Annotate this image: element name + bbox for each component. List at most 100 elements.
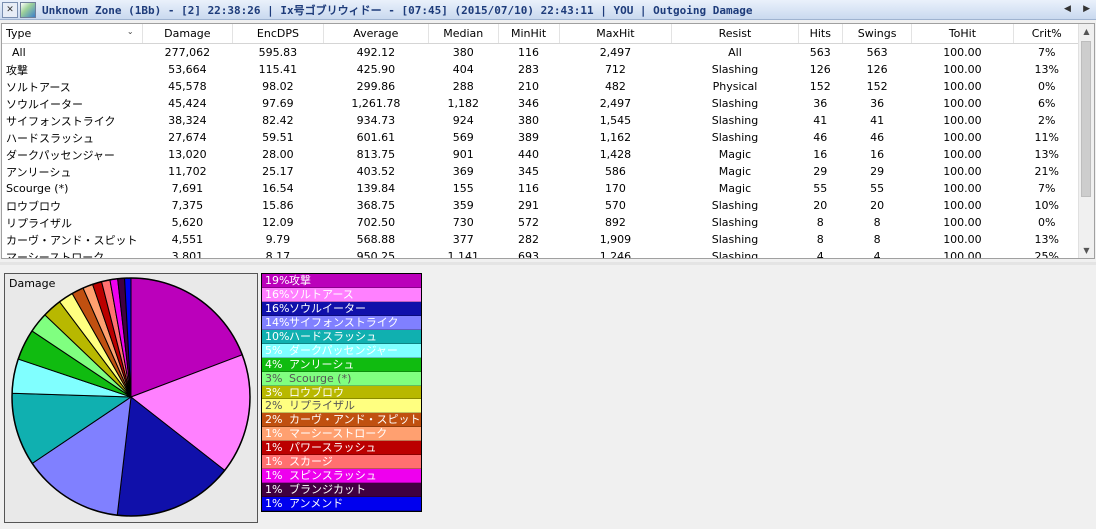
table-cell: 55 bbox=[870, 182, 885, 195]
column-header-type[interactable]: Type ⌄ bbox=[2, 24, 143, 44]
legend-percent: 5% bbox=[265, 343, 283, 357]
table-cell: 1,428 bbox=[599, 148, 632, 161]
panel-splitter[interactable] bbox=[0, 262, 1096, 265]
table-cell: 1,141 bbox=[447, 250, 480, 259]
table-cell: 100.00 bbox=[943, 250, 982, 259]
table-body: All 277,062 595.83 492.12 380 116 2,497 All 563 5… bbox=[2, 44, 1081, 259]
table-cell: 16.54 bbox=[262, 182, 294, 195]
table-cell: 45,578 bbox=[168, 80, 207, 93]
table-cell: 572 bbox=[518, 216, 540, 229]
column-header-minhit[interactable]: MinHit bbox=[498, 24, 560, 44]
legend-item: 5% ダークパッセンジャー bbox=[262, 343, 421, 358]
app-icon bbox=[20, 1, 36, 18]
table-row[interactable]: リプライザル 5,620 12.09 702.50 730 572 892 Slashing 8… bbox=[2, 214, 1081, 231]
column-header-crit-[interactable]: Crit% bbox=[1013, 24, 1081, 44]
legend-label: ソルトアース bbox=[289, 287, 354, 301]
table-row[interactable]: Scourge (*) 7,691 16.54 139.84 155 116 170 Magi… bbox=[2, 180, 1081, 197]
table-cell: 139.84 bbox=[356, 182, 396, 195]
close-icon[interactable]: ✕ bbox=[2, 1, 18, 18]
column-header-tohit[interactable]: ToHit bbox=[911, 24, 1014, 44]
column-header-encdps[interactable]: EncDPS bbox=[232, 24, 324, 44]
table-row[interactable]: ダークパッセンジャー 13,020 28.00 813.75 901 440 1,428 Ma… bbox=[2, 146, 1081, 163]
legend-label: スピンスラッシュ bbox=[289, 469, 377, 483]
window-title: Unknown Zone (1Bb) - [2] 22:38:26 | Ix号ゴ… bbox=[42, 3, 753, 17]
legend-label: 攻撃 bbox=[289, 274, 311, 287]
table-row[interactable]: ソウルイーター 45,424 97.69 1,261.78 1,182 346 2,497 S… bbox=[2, 95, 1081, 112]
table-cell: 100.00 bbox=[943, 199, 982, 212]
table-cell: ソウルイーター bbox=[6, 97, 83, 111]
column-header-damage[interactable]: Damage bbox=[142, 24, 234, 44]
legend-label: Scourge (*) bbox=[289, 371, 352, 385]
table-cell: 7,375 bbox=[171, 199, 204, 212]
table-cell: 59.51 bbox=[262, 131, 294, 144]
table-cell: 100.00 bbox=[943, 216, 982, 229]
table-cell: 41 bbox=[813, 114, 828, 127]
pie-chart-panel: Damage bbox=[4, 273, 258, 523]
legend-percent: 4% bbox=[265, 357, 283, 371]
table-row[interactable]: マーシーストローク 3,801 8.17 950.25 1,141 693 1,246 Sla… bbox=[2, 248, 1081, 259]
table-cell: 36 bbox=[813, 97, 828, 110]
table-row[interactable]: ハードスラッシュ 27,674 59.51 601.61 569 389 1,162 Slas… bbox=[2, 129, 1081, 146]
scroll-up-icon[interactable]: ▲ bbox=[1079, 24, 1094, 39]
table-cell: Slashing bbox=[711, 131, 759, 144]
table-cell: 8 bbox=[873, 216, 881, 229]
legend-percent: 10% bbox=[265, 329, 290, 343]
table-cell: 29 bbox=[813, 165, 828, 178]
legend-label: パワースラッシュ bbox=[289, 441, 377, 455]
table-cell: 4 bbox=[873, 250, 881, 259]
table-cell: 126 bbox=[866, 63, 888, 76]
table-cell: 7% bbox=[1038, 182, 1056, 195]
arrow-right-icon[interactable]: ▶ bbox=[1083, 4, 1090, 14]
vertical-scrollbar[interactable]: ▲ ▼ bbox=[1078, 24, 1094, 258]
table-cell: 901 bbox=[452, 148, 474, 161]
legend-label: スカージ bbox=[289, 455, 333, 469]
legend-item: 2% リプライザル bbox=[262, 399, 421, 414]
column-header-median[interactable]: Median bbox=[428, 24, 499, 44]
column-header-average[interactable]: Average bbox=[323, 24, 430, 44]
legend-item: 1% スカージ bbox=[262, 455, 421, 470]
table-cell: 2% bbox=[1038, 114, 1056, 127]
column-header-hits[interactable]: Hits bbox=[798, 24, 843, 44]
table-cell: 25% bbox=[1034, 250, 1059, 259]
table-row[interactable]: サイフォンストライク 38,324 82.42 934.73 924 380 1,545 Sl… bbox=[2, 112, 1081, 129]
table-cell: 155 bbox=[452, 182, 474, 195]
column-header-swings[interactable]: Swings bbox=[842, 24, 913, 44]
table-cell: 36 bbox=[870, 97, 885, 110]
table-row[interactable]: アンリーシュ 11,702 25.17 403.52 369 345 586 Magic 29 2… bbox=[2, 163, 1081, 180]
table-cell: 3,801 bbox=[171, 250, 204, 259]
table-cell: ハードスラッシュ bbox=[6, 131, 94, 145]
legend-percent: 16% bbox=[265, 301, 290, 315]
table-row[interactable]: 攻撃 53,664 115.41 425.90 404 283 712 Slashing 126… bbox=[2, 61, 1081, 78]
table-cell: 100.00 bbox=[943, 148, 982, 161]
legend-item: 3% ロウブロウ bbox=[262, 385, 421, 400]
table-cell: Magic bbox=[718, 182, 752, 195]
column-header-resist[interactable]: Resist bbox=[671, 24, 799, 44]
table-cell: 299.86 bbox=[356, 80, 396, 93]
table-cell: 389 bbox=[518, 131, 540, 144]
table-cell: Magic bbox=[718, 165, 752, 178]
table-row[interactable]: カーヴ・アンド・スピット 4,551 9.79 568.88 377 282 1,909 Sl… bbox=[2, 231, 1081, 248]
table-cell: 100.00 bbox=[943, 131, 982, 144]
scroll-down-icon[interactable]: ▼ bbox=[1079, 243, 1094, 258]
legend-label: ダークパッセンジャー bbox=[289, 343, 398, 357]
table-row[interactable]: ロウブロウ 7,375 15.86 368.75 359 291 570 Slashing 20… bbox=[2, 197, 1081, 214]
table-row[interactable]: ソルトアース 45,578 98.02 299.86 288 210 482 Physical… bbox=[2, 78, 1081, 95]
table-cell: 210 bbox=[518, 80, 540, 93]
table-cell: 425.90 bbox=[356, 63, 396, 76]
table-row[interactable]: All 277,062 595.83 492.12 380 116 2,497 All 563 5… bbox=[2, 44, 1081, 62]
table-cell: Scourge (*) bbox=[6, 182, 69, 195]
table-cell: 380 bbox=[452, 46, 474, 59]
table-cell: 100.00 bbox=[943, 182, 982, 195]
arrow-left-icon[interactable]: ◀ bbox=[1064, 4, 1071, 14]
table-cell: 46 bbox=[813, 131, 828, 144]
column-header-maxhit[interactable]: MaxHit bbox=[559, 24, 673, 44]
table-cell: 283 bbox=[518, 63, 540, 76]
table-cell: 403.52 bbox=[356, 165, 396, 178]
table-cell: 712 bbox=[604, 63, 626, 76]
legend-item: 14%サイフォンストライク bbox=[262, 315, 421, 330]
table-cell: 346 bbox=[518, 97, 540, 110]
table-cell: 55 bbox=[813, 182, 828, 195]
table-cell: Slashing bbox=[711, 250, 759, 259]
legend-percent: 2% bbox=[265, 413, 283, 427]
scroll-thumb[interactable] bbox=[1081, 41, 1091, 197]
